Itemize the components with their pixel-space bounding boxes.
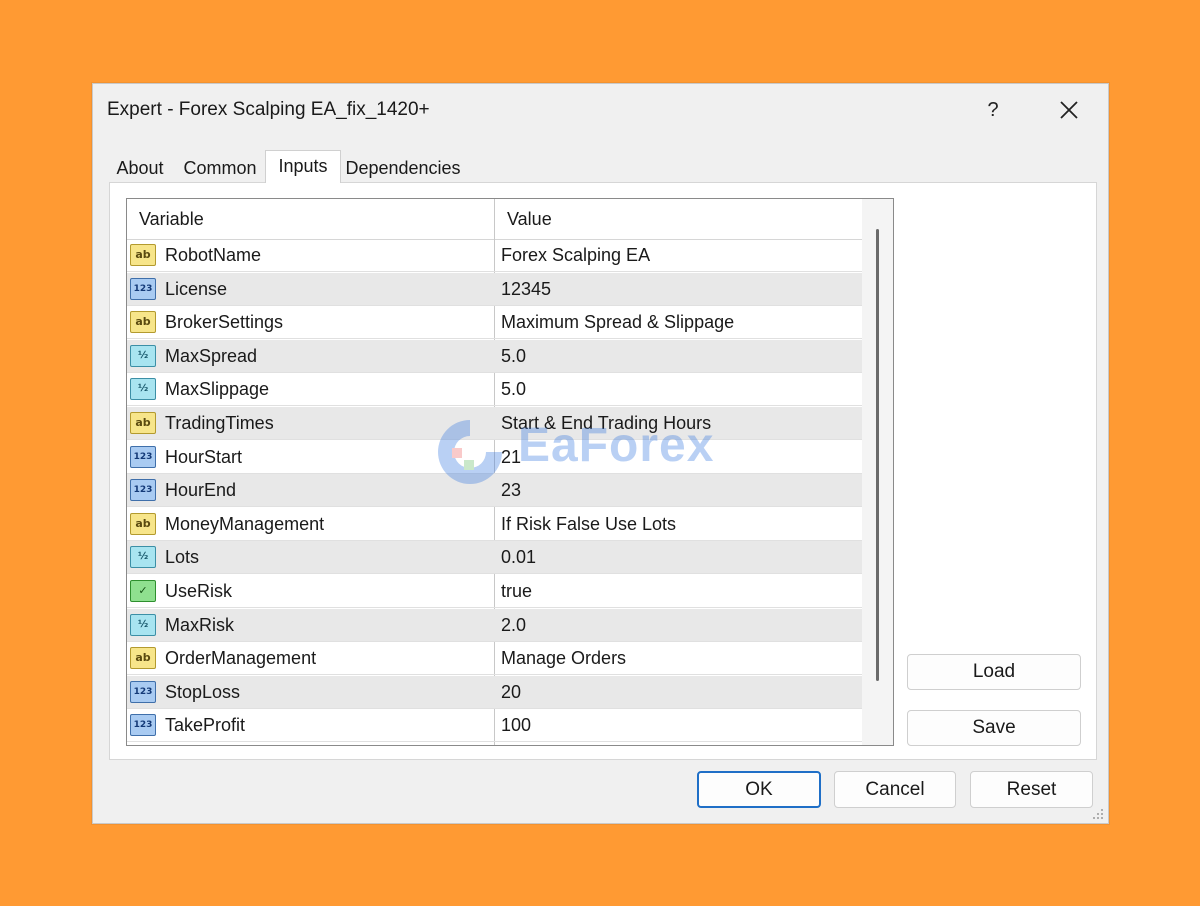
string-type-icon: ab xyxy=(130,311,156,334)
double-type-icon: ½ xyxy=(130,378,156,401)
string-type-icon: ab xyxy=(130,412,156,434)
variable-name: HourStart xyxy=(165,446,243,467)
table-row[interactable]: 123 HourEnd 23 xyxy=(127,474,862,508)
inputs-grid: Variable Value ab RobotName Forex Scalping… xyxy=(126,198,894,746)
table-row[interactable]: 123 StopLoss 20 xyxy=(127,675,862,709)
variable-name: BrokerSettings xyxy=(165,312,284,333)
variable-name: MaxSpread xyxy=(165,345,258,366)
table-row[interactable]: ab BrokerSettings Maximum Spread & Slippag… xyxy=(127,306,862,340)
bool-type-icon: ✓ xyxy=(130,580,156,602)
variable-name: TakeProfit xyxy=(165,715,246,736)
variable-value[interactable]: 100 xyxy=(501,709,531,742)
variable-name: StopLoss xyxy=(165,681,241,702)
table-row[interactable]: ab RobotName Forex Scalping EA xyxy=(127,239,862,272)
variable-value[interactable]: 5.0 xyxy=(501,340,526,373)
inputs-panel: Variable Value ab RobotName Forex Scalping… xyxy=(109,182,1097,760)
string-type-icon: ab xyxy=(130,244,156,266)
title-bar: Expert - Forex Scalping EA_fix_1420+ ? xyxy=(93,84,1108,136)
variable-name: MaxSlippage xyxy=(165,379,270,400)
table-row[interactable]: ½ MaxRisk 2.0 xyxy=(127,608,862,642)
table-row[interactable]: ✓ UseRisk true xyxy=(127,575,862,608)
variable-name: UseRisk xyxy=(165,581,233,601)
column-header-variable[interactable]: Variable xyxy=(127,199,494,239)
string-type-icon: ab xyxy=(130,647,156,670)
tab-inputs[interactable]: Inputs xyxy=(265,150,341,183)
ok-button[interactable]: OK xyxy=(697,771,821,808)
close-icon[interactable] xyxy=(1055,96,1083,124)
expert-dialog: Expert - Forex Scalping EA_fix_1420+ ? A… xyxy=(92,83,1109,824)
variable-value[interactable]: 2.0 xyxy=(501,609,526,642)
reset-button[interactable]: Reset xyxy=(970,771,1093,808)
double-type-icon: ½ xyxy=(130,546,156,569)
window-title: Expert - Forex Scalping EA_fix_1420+ xyxy=(107,99,430,120)
table-row[interactable]: ab MoneyManagement If Risk False Use Lots xyxy=(127,508,862,541)
table-row[interactable]: ab TradingTimes Start & End Trading Hours xyxy=(127,407,862,440)
double-type-icon: ½ xyxy=(130,613,156,636)
variable-name: License xyxy=(165,278,228,299)
vertical-scrollbar[interactable] xyxy=(862,199,893,745)
table-row[interactable]: 123 License 12345 xyxy=(127,272,862,306)
table-row[interactable]: 123 TakeProfit 100 xyxy=(127,709,862,743)
column-header-value[interactable]: Value xyxy=(495,199,862,239)
variable-value[interactable]: 23 xyxy=(501,474,521,507)
double-type-icon: ½ xyxy=(130,344,156,367)
save-button[interactable]: Save xyxy=(907,710,1081,746)
variable-value[interactable]: 21 xyxy=(501,441,521,474)
integer-type-icon: 123 xyxy=(130,714,156,737)
tab-dependencies[interactable]: Dependencies xyxy=(341,154,465,182)
variable-value[interactable]: Manage Orders xyxy=(501,642,626,675)
variable-name: MaxRisk xyxy=(165,614,235,635)
variable-value[interactable]: 12345 xyxy=(501,273,551,306)
variable-name: TradingTimes xyxy=(165,413,274,433)
variable-name: Lots xyxy=(165,547,200,568)
tab-common[interactable]: Common xyxy=(173,154,267,182)
resize-grip-icon[interactable] xyxy=(1092,807,1104,819)
cancel-button[interactable]: Cancel xyxy=(834,771,956,808)
variable-value[interactable]: Maximum Spread & Slippage xyxy=(501,306,734,339)
table-row[interactable]: ½ MaxSlippage 5.0 xyxy=(127,373,862,407)
variable-name: MoneyManagement xyxy=(165,513,325,534)
tab-about[interactable]: About xyxy=(109,154,171,182)
variable-value[interactable]: 5.0 xyxy=(501,373,526,406)
variable-value[interactable]: 0.01 xyxy=(501,541,536,574)
table-row[interactable]: ½ MaxSpread 5.0 xyxy=(127,339,862,373)
variable-name: OrderManagement xyxy=(165,648,317,669)
integer-type-icon: 123 xyxy=(130,445,156,468)
variable-value[interactable]: Start & End Trading Hours xyxy=(501,407,711,440)
table-row[interactable]: 123 HourStart 21 xyxy=(127,441,862,474)
string-type-icon: ab xyxy=(130,512,156,535)
table-row[interactable]: ½ Lots 0.01 xyxy=(127,541,862,575)
variable-value[interactable]: true xyxy=(501,575,532,608)
integer-type-icon: 123 xyxy=(130,277,156,300)
integer-type-icon: 123 xyxy=(130,479,156,502)
variable-value[interactable]: Forex Scalping EA xyxy=(501,239,650,272)
variable-name: RobotName xyxy=(165,245,262,265)
variable-name: HourEnd xyxy=(165,480,237,501)
table-row[interactable]: ab OrderManagement Manage Orders xyxy=(127,642,862,676)
variable-value[interactable]: If Risk False Use Lots xyxy=(501,508,676,541)
help-button[interactable]: ? xyxy=(979,96,1007,124)
scrollbar-thumb[interactable] xyxy=(876,229,879,681)
load-button[interactable]: Load xyxy=(907,654,1081,690)
integer-type-icon: 123 xyxy=(130,680,156,703)
variable-value[interactable]: 20 xyxy=(501,676,521,709)
